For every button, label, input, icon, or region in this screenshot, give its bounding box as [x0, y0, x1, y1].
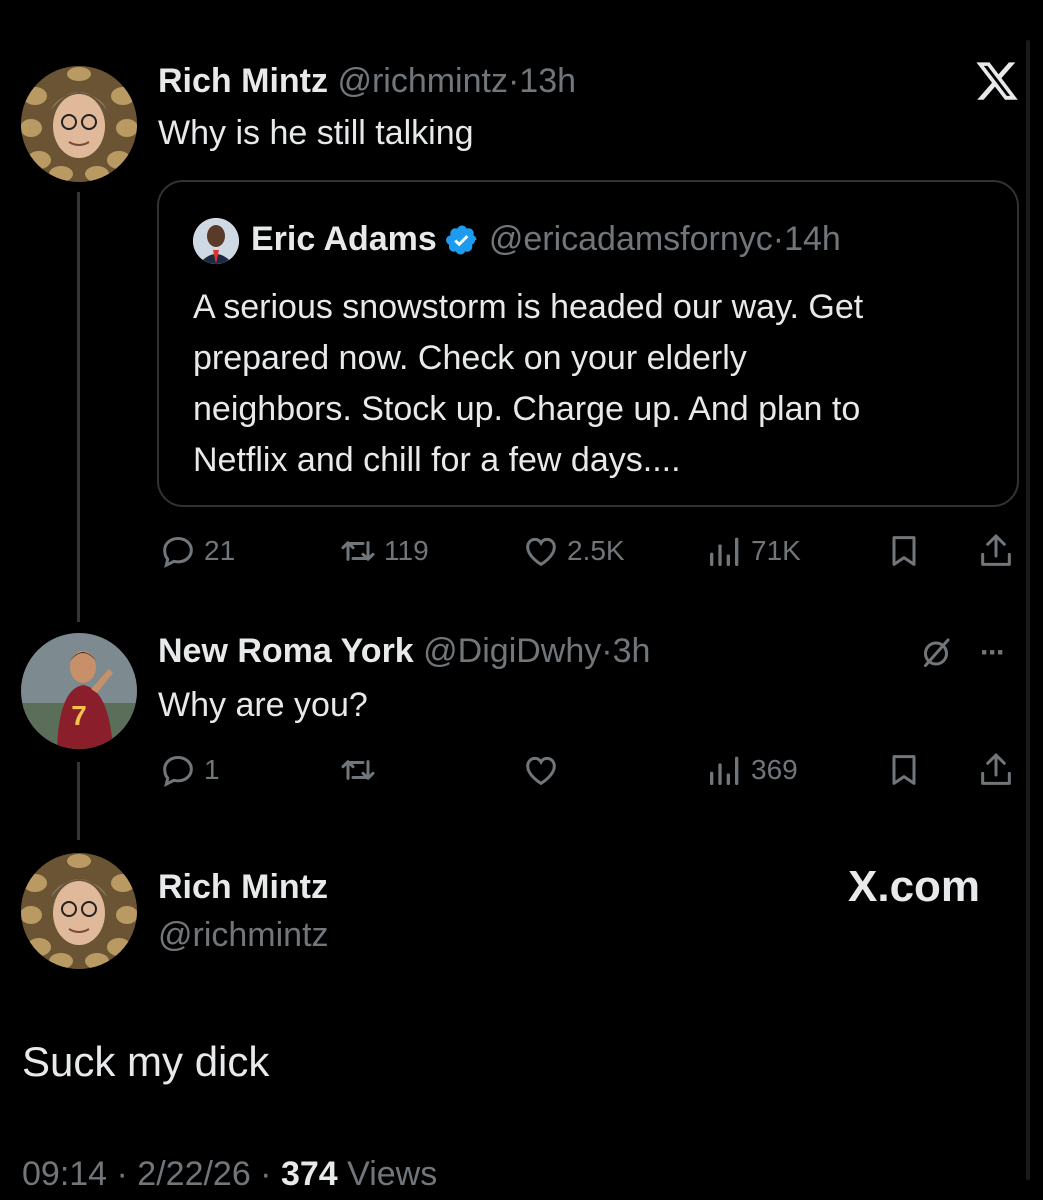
- x-logo-icon[interactable]: [974, 58, 1020, 104]
- like-button[interactable]: [521, 750, 561, 790]
- bookmark-button[interactable]: [884, 750, 924, 790]
- bookmark-icon: [884, 750, 924, 790]
- thread-line-1: [77, 192, 80, 622]
- bookmark-button[interactable]: [884, 531, 924, 571]
- view-count: 374: [280, 1155, 338, 1193]
- share-icon: [976, 531, 1016, 571]
- quote-author-name[interactable]: Eric Adams: [251, 220, 437, 259]
- reply-count: 1: [204, 754, 220, 785]
- reply-count: 21: [204, 535, 236, 566]
- avatar-eric-adams[interactable]: [193, 218, 239, 264]
- share-icon: [976, 750, 1016, 790]
- quote-header: Eric Adams @ericadamsfornyc · 14h: [251, 220, 841, 259]
- views-label: Views: [337, 1155, 438, 1193]
- reply-icon: [158, 531, 198, 571]
- tweet-meta: 09:14 · 2/22/26 · 374 Views: [22, 1155, 437, 1194]
- views-icon: [705, 531, 745, 571]
- repost-count: 119: [384, 535, 429, 566]
- repost-button[interactable]: [338, 750, 378, 790]
- views-icon: [705, 750, 745, 790]
- reply-button[interactable]: 1: [158, 750, 220, 790]
- view-count: 71K: [751, 535, 801, 566]
- avatar-rich-mintz[interactable]: [21, 66, 137, 182]
- repost-button[interactable]: 119: [338, 531, 429, 571]
- post-time[interactable]: 3h: [613, 632, 651, 670]
- reply-button[interactable]: 21: [158, 531, 235, 571]
- tweet1-header: Rich Mintz @richmintz·13h: [158, 62, 576, 101]
- like-icon: [521, 750, 561, 790]
- repost-icon: [338, 750, 378, 790]
- reply-icon: [158, 750, 198, 790]
- share-button[interactable]: [976, 750, 1016, 790]
- quoted-tweet-card[interactable]: Eric Adams @ericadamsfornyc · 14h A seriou…: [157, 180, 1019, 507]
- like-icon: [521, 531, 561, 571]
- author-name[interactable]: Rich Mintz: [158, 868, 328, 907]
- x-com-watermark: X.com: [848, 862, 980, 912]
- quote-post-time[interactable]: 14h: [784, 220, 841, 259]
- thread-line-2: [77, 762, 80, 840]
- like-count: 2.5K: [567, 535, 625, 566]
- view-count: 369: [751, 754, 798, 785]
- author-handle[interactable]: @DigiDwhy: [423, 632, 601, 670]
- repost-icon: [338, 531, 378, 571]
- quote-text-line: A serious snowstorm is headed our way. G…: [193, 288, 864, 326]
- post-time[interactable]: 13h: [519, 62, 576, 100]
- quote-text-line: prepared now. Check on your elderly: [193, 339, 747, 377]
- verified-badge-icon: [445, 223, 479, 257]
- avatar-new-roma-york[interactable]: 7: [21, 633, 137, 749]
- quote-text: A serious snowstorm is headed our way. G…: [193, 282, 863, 486]
- author-handle[interactable]: @richmintz: [158, 916, 329, 955]
- bookmark-icon: [884, 531, 924, 571]
- main-tweet-text: Suck my dick: [22, 1038, 270, 1085]
- svg-text:7: 7: [71, 700, 87, 731]
- author-name[interactable]: Rich Mintz: [158, 62, 328, 100]
- quote-text-line: Netflix and chill for a few days....: [193, 441, 681, 479]
- quote-text-line: neighbors. Stock up. Charge up. And plan…: [193, 390, 861, 428]
- grok-icon[interactable]: [918, 634, 954, 675]
- separator-dot: ·: [601, 632, 613, 670]
- x-watermark-glyph: X.com: [848, 862, 981, 911]
- author-handle[interactable]: @richmintz: [337, 62, 508, 100]
- views-button[interactable]: 71K: [705, 531, 801, 571]
- scrollbar[interactable]: [1026, 40, 1030, 1180]
- tweet-text: Why are you?: [158, 686, 368, 724]
- tweet-text: Why is he still talking: [158, 114, 474, 152]
- timestamp[interactable]: 09:14 · 2/22/26 ·: [22, 1155, 281, 1193]
- views-button[interactable]: 369: [705, 750, 798, 790]
- like-button[interactable]: 2.5K: [521, 531, 625, 571]
- more-icon[interactable]: ···: [980, 636, 1006, 670]
- separator-dot: ·: [507, 62, 520, 100]
- separator-dot: ·: [772, 220, 785, 258]
- avatar-rich-mintz[interactable]: [21, 853, 137, 969]
- quote-author-handle[interactable]: @ericadamsfornyc: [489, 220, 773, 259]
- share-button[interactable]: [976, 531, 1016, 571]
- tweet2-header: New Roma York @DigiDwhy·3h: [158, 632, 650, 671]
- author-name[interactable]: New Roma York: [158, 632, 414, 670]
